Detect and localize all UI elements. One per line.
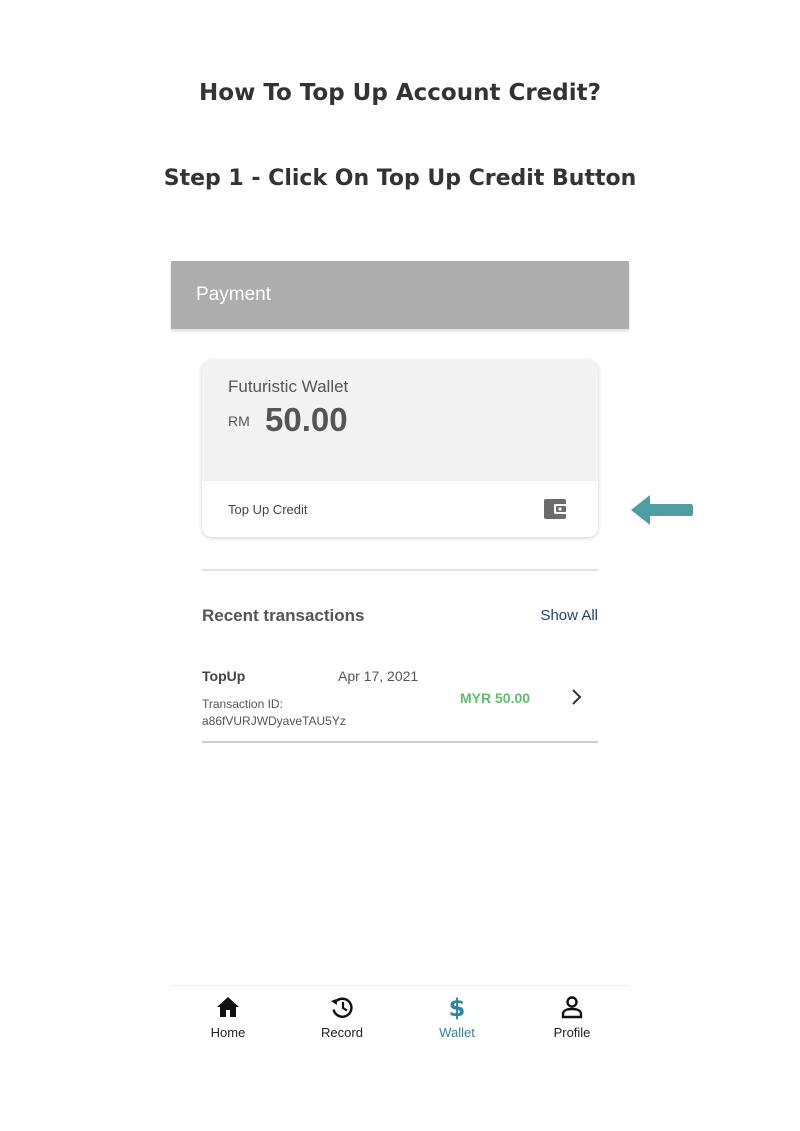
- wallet-balance-area: Futuristic Wallet RM 50.00: [202, 360, 598, 481]
- svg-text:$: $: [449, 994, 466, 1020]
- wallet-balance: 50.00: [265, 401, 348, 438]
- home-icon: [217, 997, 239, 1017]
- person-icon: [561, 996, 583, 1019]
- app-bar-title: Payment: [196, 284, 271, 305]
- nav-wallet[interactable]: $ Wallet: [412, 994, 502, 1054]
- show-all-link[interactable]: Show All: [540, 607, 598, 624]
- recent-transactions-title: Recent transactions: [202, 606, 365, 625]
- top-up-credit-button[interactable]: Top Up Credit: [202, 481, 598, 537]
- nav-profile[interactable]: Profile: [527, 994, 617, 1054]
- wallet-currency: RM: [228, 413, 250, 429]
- wallet-name: Futuristic Wallet: [228, 377, 349, 396]
- nav-home[interactable]: Home: [183, 994, 273, 1054]
- nav-wallet-label: Wallet: [439, 1025, 475, 1040]
- arrow-left-icon: [631, 495, 693, 525]
- transaction-row[interactable]: TopUp Apr 17, 2021 Transaction ID: a86fV…: [202, 656, 598, 743]
- bottom-navigation: Home Record $ Wallet Profile: [171, 985, 629, 1062]
- transaction-id-label: Transaction ID:: [202, 697, 283, 711]
- document-title: How To Top Up Account Credit?: [199, 80, 601, 106]
- nav-record[interactable]: Record: [297, 994, 387, 1054]
- nav-record-label: Record: [321, 1025, 363, 1040]
- transaction-type: TopUp: [202, 668, 246, 684]
- chevron-right-icon: [572, 689, 582, 705]
- transaction-divider: [202, 741, 598, 743]
- wallet-card: Futuristic Wallet RM 50.00 Top Up Credit: [202, 360, 598, 537]
- transaction-amount: MYR 50.00: [460, 690, 531, 706]
- transaction-id: a86fVURJWDyaveTAU5Yz: [202, 714, 346, 728]
- top-up-credit-label: Top Up Credit: [228, 502, 308, 517]
- phone-screen: Payment Futuristic Wallet RM 50.00 Top U…: [171, 261, 629, 1062]
- nav-profile-label: Profile: [553, 1025, 591, 1040]
- dollar-icon: $: [449, 994, 466, 1020]
- nav-home-label: Home: [210, 1025, 246, 1040]
- app-bar: Payment: [171, 261, 629, 329]
- transaction-date: Apr 17, 2021: [338, 668, 419, 684]
- step-heading: Step 1 - Click On Top Up Credit Button: [163, 166, 637, 191]
- wallet-icon: [544, 499, 568, 519]
- history-icon: [331, 997, 353, 1018]
- section-divider: [202, 569, 598, 571]
